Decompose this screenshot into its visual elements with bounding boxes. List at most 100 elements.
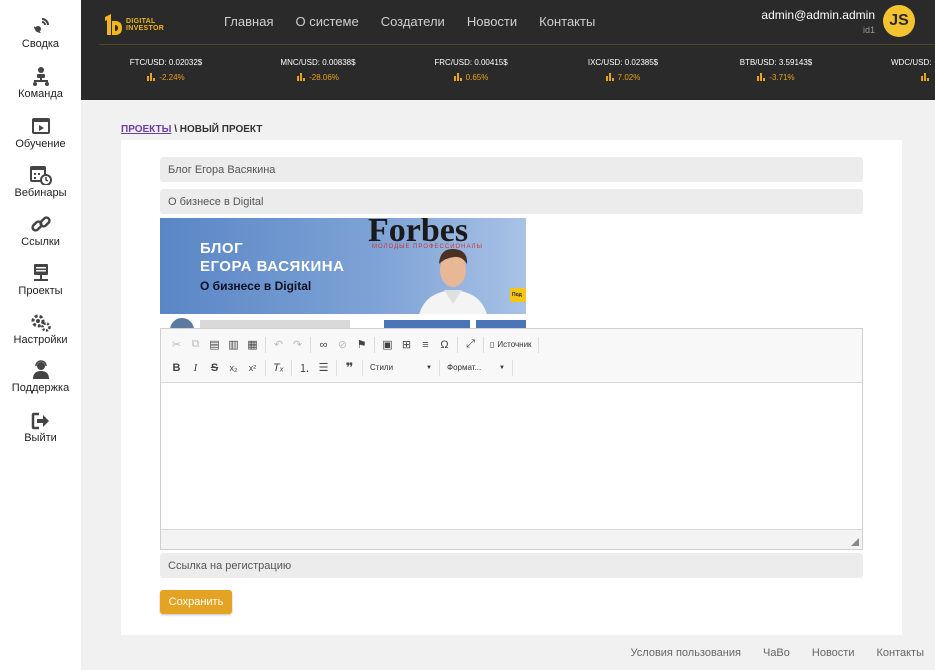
banner-line1: БЛОГ xyxy=(200,240,244,257)
unlink-icon[interactable]: ⊘ xyxy=(333,336,352,354)
sidebar-item-logout[interactable]: Выйти xyxy=(0,412,81,444)
calendar-clock-icon xyxy=(29,166,52,185)
projects-icon xyxy=(33,264,48,281)
breadcrumb-separator: \ xyxy=(171,124,180,135)
chevron-down-icon: ▼ xyxy=(499,364,505,371)
italic-icon[interactable]: I xyxy=(186,359,205,377)
table-icon[interactable]: ⊞ xyxy=(397,336,416,354)
resize-handle-icon[interactable] xyxy=(851,538,859,546)
blockquote-icon[interactable]: ❞ xyxy=(340,359,359,377)
sidebar-item-label: Настройки xyxy=(13,334,68,346)
breadcrumb-link-projects[interactable]: ПРОЕКТЫ xyxy=(121,124,171,135)
nav-creators[interactable]: Создатели xyxy=(381,14,445,29)
ticker-change: -2.24% xyxy=(159,73,185,82)
top-header: DIGITAL INVESTOR Главная О системе Созда… xyxy=(81,0,935,100)
project-subtitle-input[interactable]: О бизнесе в Digital xyxy=(160,189,863,214)
horizontal-line-icon[interactable]: ≡ xyxy=(416,336,435,354)
nav-about[interactable]: О системе xyxy=(295,14,358,29)
banner-badge: Под xyxy=(510,288,526,302)
banner-overflow xyxy=(170,318,526,328)
bold-icon[interactable]: B xyxy=(167,359,186,377)
project-banner-image[interactable]: Forbes МОЛОДЫЕ ПРОФЕССИОНАЛЫ БЛОГ ЕГОРА … xyxy=(160,218,526,314)
team-icon xyxy=(32,67,49,86)
bar-chart-icon xyxy=(757,73,766,81)
undo-icon[interactable]: ↶ xyxy=(269,336,288,354)
sidebar-item-links[interactable]: Ссылки xyxy=(0,214,81,248)
editor-content-area[interactable] xyxy=(161,383,862,529)
footer: Условия пользования ЧаВо Новости Контакт… xyxy=(609,647,924,659)
cut-icon[interactable]: ✂ xyxy=(167,336,186,354)
nav-news[interactable]: Новости xyxy=(467,14,517,29)
remove-format-icon[interactable]: Tₓ xyxy=(269,359,288,377)
footer-contacts-link[interactable]: Контакты xyxy=(876,647,924,659)
avatar[interactable]: JS xyxy=(883,5,915,37)
ticker-pair: MNC/USD: 0.00838$ xyxy=(280,58,356,67)
gears-icon xyxy=(31,314,51,332)
paste-word-icon[interactable]: ▦ xyxy=(243,336,262,354)
sidebar-item-settings[interactable]: Настройки xyxy=(0,312,81,346)
image-icon[interactable]: ▣ xyxy=(378,336,397,354)
editor-statusbar xyxy=(161,529,862,549)
nav-contacts[interactable]: Контакты xyxy=(539,14,595,29)
user-info[interactable]: admin@admin.admin id1 xyxy=(761,8,875,35)
registration-link-input[interactable]: Ссылка на регистрацию xyxy=(160,553,863,578)
ticker-pair: BTB/USD: 3.59143$ xyxy=(739,58,813,67)
main-nav: Главная О системе Создатели Новости Конт… xyxy=(224,14,617,29)
bar-chart-icon xyxy=(147,73,156,81)
numbered-list-icon[interactable]: ⒈ xyxy=(295,359,314,377)
bar-chart-icon xyxy=(453,73,462,81)
logo-line1: DIGITAL xyxy=(126,18,156,25)
satellite-dish-icon xyxy=(33,18,49,33)
link-icon xyxy=(30,216,51,232)
ticker-item: WDC/USD: xyxy=(853,58,935,82)
user-id: id1 xyxy=(862,25,875,35)
footer-news-link[interactable]: Новости xyxy=(812,647,855,659)
breadcrumb-current: НОВЫЙ ПРОЕКТ xyxy=(179,124,263,135)
source-button[interactable]: ▯ Источник xyxy=(487,340,535,349)
rich-text-editor: ✂ ⧉ ▤ ▥ ▦ ↶ ↷ ∞ ⊘ ⚑ ▣ ⊞ ≡ Ω ⤢ ▯ Источник… xyxy=(160,328,863,550)
sidebar-item-team[interactable]: Команда xyxy=(0,66,81,100)
ticker-change: -3.71% xyxy=(769,73,795,82)
format-dropdown[interactable]: Формат... ▼ xyxy=(443,360,509,376)
strikethrough-icon[interactable]: S xyxy=(205,359,224,377)
redo-icon[interactable]: ↷ xyxy=(288,336,307,354)
logo-line2: INVESTOR xyxy=(126,25,165,32)
user-email: admin@admin.admin xyxy=(761,8,875,22)
sidebar-item-label: Ссылки xyxy=(21,236,60,248)
paste-text-icon[interactable]: ▥ xyxy=(224,336,243,354)
ticker-change: -28.06% xyxy=(309,73,339,82)
sidebar-item-webinars[interactable]: Вебинары xyxy=(0,165,81,199)
sidebar-item-label: Вебинары xyxy=(14,187,67,199)
sidebar-item-label: Выйти xyxy=(24,432,57,444)
ticker-change: 0.65% xyxy=(465,73,489,82)
editor-toolbar: ✂ ⧉ ▤ ▥ ▦ ↶ ↷ ∞ ⊘ ⚑ ▣ ⊞ ≡ Ω ⤢ ▯ Источник… xyxy=(161,329,862,383)
styles-dropdown[interactable]: Стили ▼ xyxy=(366,360,436,376)
link-icon[interactable]: ∞ xyxy=(314,336,333,354)
sidebar: Сводка Команда Обучение Вебинары Ссылки … xyxy=(0,0,81,670)
footer-terms-link[interactable]: Условия пользования xyxy=(631,647,741,659)
logout-icon xyxy=(31,412,49,430)
superscript-icon[interactable]: x² xyxy=(243,359,262,377)
subscript-icon[interactable]: x₂ xyxy=(224,359,243,377)
bar-chart-icon xyxy=(297,73,306,81)
maximize-icon[interactable]: ⤢ xyxy=(461,336,480,354)
ticker-item: BTB/USD: 3.59143$ -3.71% xyxy=(701,58,851,82)
anchor-flag-icon[interactable]: ⚑ xyxy=(352,336,371,354)
bar-chart-icon xyxy=(605,73,614,81)
bulleted-list-icon[interactable]: ☰ xyxy=(314,359,333,377)
footer-faq-link[interactable]: ЧаВо xyxy=(763,647,790,659)
sidebar-item-learning[interactable]: Обучение xyxy=(0,116,81,150)
nav-home[interactable]: Главная xyxy=(224,14,273,29)
logo[interactable]: DIGITAL INVESTOR xyxy=(103,12,164,38)
sidebar-item-support[interactable]: Поддержка xyxy=(0,360,81,394)
sidebar-item-label: Сводка xyxy=(21,38,60,50)
paste-icon[interactable]: ▤ xyxy=(205,336,224,354)
sidebar-item-projects[interactable]: Проекты xyxy=(0,263,81,297)
save-button[interactable]: Сохранить xyxy=(160,590,232,614)
header-divider xyxy=(99,44,935,45)
ticker-item: MNC/USD: 0.00838$ -28.06% xyxy=(243,58,393,82)
copy-icon[interactable]: ⧉ xyxy=(186,336,205,354)
project-title-input[interactable]: Блог Егора Васякина xyxy=(160,157,863,182)
special-char-icon[interactable]: Ω xyxy=(435,336,454,354)
sidebar-item-summary[interactable]: Сводка xyxy=(0,16,81,50)
